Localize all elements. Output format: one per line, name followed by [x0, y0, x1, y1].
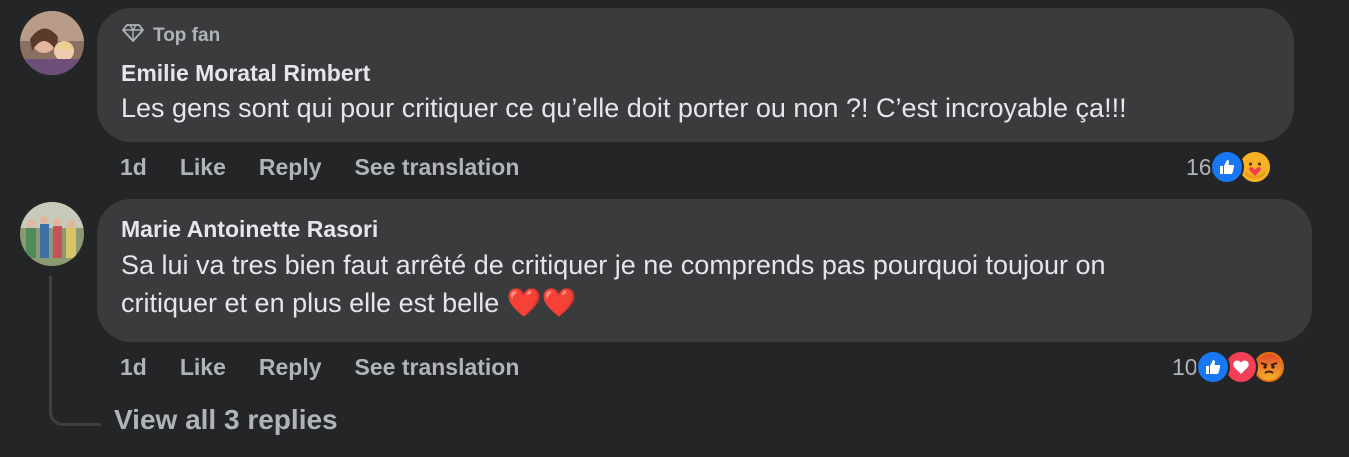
comment-text: Sa lui va tres bien faut arrêté de criti… — [121, 246, 1288, 322]
comment-timestamp[interactable]: 1d — [120, 354, 147, 381]
like-button[interactable]: Like — [180, 154, 226, 181]
reaction-count: 16 — [1186, 153, 1212, 180]
heart-emoji: ❤️❤️ — [506, 287, 577, 318]
like-icon — [1195, 350, 1230, 384]
avatar[interactable] — [20, 202, 84, 266]
avatar[interactable] — [20, 11, 84, 75]
see-translation-button[interactable]: See translation — [355, 354, 520, 381]
see-translation-button[interactable]: See translation — [355, 154, 520, 181]
badge-label: Top fan — [153, 25, 221, 46]
top-fan-badge: Top fan — [121, 23, 1270, 49]
thread-connector-line — [49, 276, 101, 426]
comment-actions: 1d Like Reply See translation — [120, 154, 552, 181]
reaction-summary[interactable]: 10 — [1172, 350, 1286, 384]
comment-text-line-2: critiquer et en plus elle est belle — [121, 288, 507, 318]
comment-author[interactable]: Emilie Moratal Rimbert — [121, 60, 1270, 87]
view-all-replies-button[interactable]: View all 3 replies — [114, 404, 338, 436]
reaction-summary[interactable]: 16 — [1186, 150, 1272, 184]
reaction-count: 10 — [1172, 353, 1198, 380]
reply-button[interactable]: Reply — [259, 354, 322, 381]
comment-bubble: Marie Antoinette Rasori Sa lui va tres b… — [97, 199, 1312, 342]
like-icon — [1209, 150, 1244, 184]
comment-text-line: Sa lui va tres bien faut arrêté de criti… — [121, 250, 1106, 280]
comment-bubble: Top fan Emilie Moratal Rimbert Les gens … — [97, 8, 1294, 142]
comment-text-line: critiquer et en plus elle est belle ❤️❤️ — [121, 284, 1288, 322]
comment-text: Les gens sont qui pour critiquer ce qu’e… — [121, 93, 1127, 123]
comment-actions: 1d Like Reply See translation — [120, 354, 552, 381]
comment-author[interactable]: Marie Antoinette Rasori — [121, 216, 1288, 243]
reply-button[interactable]: Reply — [259, 154, 322, 181]
like-button[interactable]: Like — [180, 354, 226, 381]
comment-timestamp[interactable]: 1d — [120, 154, 147, 181]
diamond-icon — [121, 23, 145, 49]
